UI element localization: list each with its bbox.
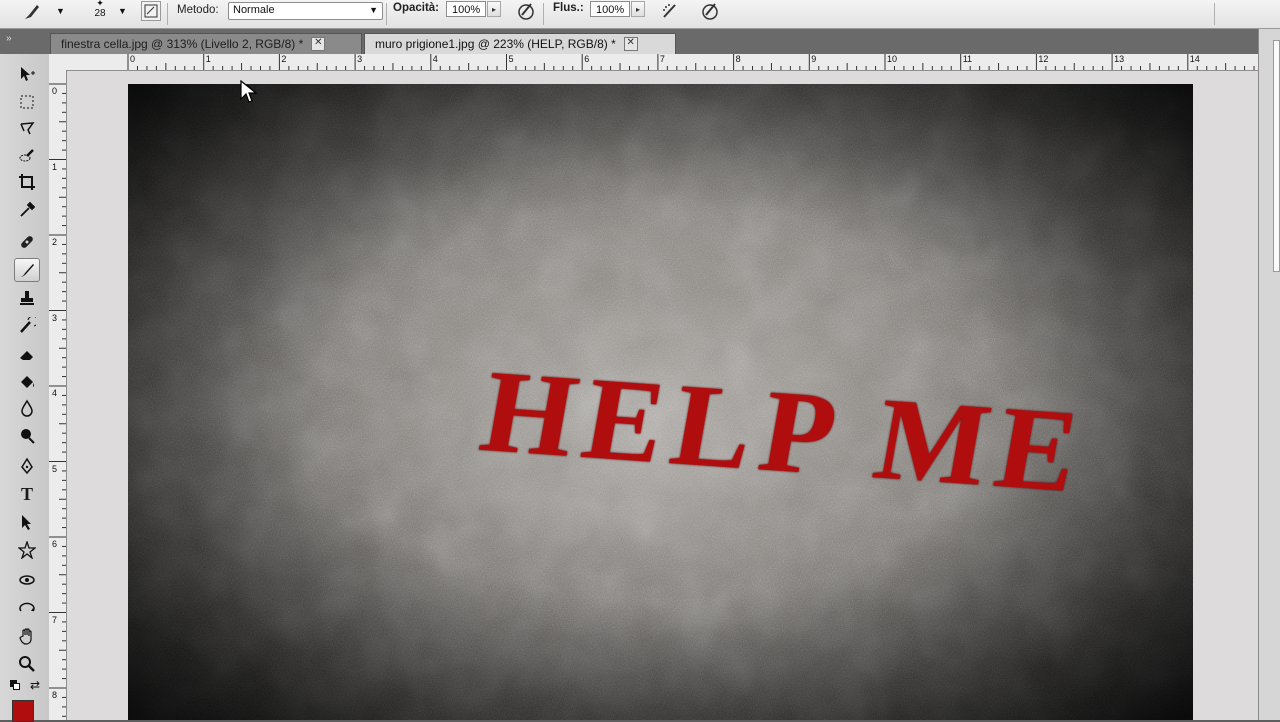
opacity-slider-icon[interactable]: ▸ — [487, 1, 501, 17]
pen-icon[interactable] — [14, 454, 40, 478]
ruler-number: 1 — [52, 161, 58, 172]
history-brush-icon[interactable] — [14, 314, 40, 338]
eraser-icon[interactable] — [14, 342, 40, 366]
document-canvas[interactable]: HELP ME — [128, 84, 1193, 720]
tab-muro-prigione[interactable]: muro prigione1.jpg @ 223% (HELP, RGB/8) … — [364, 33, 676, 54]
vertical-scrollbar[interactable] — [1273, 40, 1280, 272]
3d-orbit-icon[interactable] — [14, 596, 40, 620]
brush-icon[interactable] — [14, 258, 40, 282]
flow-label: Flus.: — [553, 2, 584, 14]
ruler-origin[interactable] — [49, 54, 67, 71]
vertical-ruler[interactable]: 0 1 2 3 4 5 6 7 8 — [49, 70, 67, 720]
type-icon[interactable]: T — [14, 482, 40, 506]
mouse-pointer-icon — [240, 79, 258, 107]
ruler-number: 7 — [52, 614, 58, 625]
ruler-number: 7 — [659, 54, 665, 64]
brush-size-value: 28 — [94, 8, 106, 19]
ruler-number: 0 — [52, 86, 58, 96]
opacity-label: Opacità: — [393, 2, 440, 14]
swap-colors-icon[interactable]: ⇄ — [30, 678, 40, 692]
mode-select-chevron-icon: ▼ — [369, 5, 378, 15]
stamp-icon[interactable] — [14, 286, 40, 310]
ruler-number: 1 — [205, 54, 211, 64]
brush-size-dropdown-icon[interactable]: ▼ — [118, 6, 127, 16]
mode-select[interactable]: Normale ▼ — [228, 2, 383, 20]
ruler-number: 4 — [432, 54, 438, 64]
ruler-number: 3 — [357, 54, 363, 64]
3d-rotate-icon[interactable] — [14, 568, 40, 592]
brush-preset-dropdown-icon[interactable]: ▼ — [56, 6, 65, 16]
healing-icon[interactable] — [14, 230, 40, 254]
pressure-opacity-icon[interactable] — [514, 0, 538, 22]
ruler-number: 5 — [508, 54, 514, 64]
opacity-field[interactable]: 100% — [446, 1, 486, 17]
shape-icon[interactable] — [14, 538, 40, 562]
ruler-number: 0 — [130, 54, 136, 64]
close-icon[interactable]: ✕ — [623, 37, 638, 51]
brush-preset-icon[interactable] — [22, 2, 42, 22]
ruler-number: 3 — [52, 312, 58, 323]
ruler-number: 12 — [1038, 54, 1049, 64]
close-icon[interactable]: ✕ — [311, 37, 326, 51]
marquee-icon[interactable] — [14, 90, 40, 114]
document-tab-bar: » finestra cella.jpg @ 313% (Livello 2, … — [0, 29, 1280, 54]
ruler-number: 11 — [962, 54, 973, 64]
eyedropper-icon[interactable] — [14, 198, 40, 222]
flow-field[interactable]: 100% — [590, 1, 630, 17]
horizontal-ruler[interactable]: 0 1 2 3 4 5 6 7 8 9 10 11 12 13 14 — [66, 54, 1258, 71]
default-colors-icon[interactable] — [10, 680, 20, 690]
tab-label: muro prigione1.jpg @ 223% (HELP, RGB/8) … — [375, 37, 616, 51]
hand-icon[interactable] — [14, 624, 40, 648]
ruler-number: 13 — [1114, 54, 1125, 64]
ruler-number: 8 — [52, 690, 58, 700]
flow-slider-icon[interactable]: ▸ — [631, 1, 645, 17]
ruler-number: 5 — [52, 463, 58, 474]
pressure-size-icon[interactable] — [698, 0, 722, 22]
foreground-color-swatch[interactable] — [12, 700, 34, 722]
ruler-number: 6 — [52, 539, 58, 549]
airbrush-icon[interactable] — [658, 0, 682, 22]
tab-finestra-cella[interactable]: finestra cella.jpg @ 313% (Livello 2, RG… — [50, 33, 362, 54]
ruler-number: 8 — [735, 54, 741, 64]
path-select-icon[interactable] — [14, 510, 40, 534]
ruler-number: 6 — [584, 54, 590, 64]
lasso-icon[interactable] — [14, 116, 40, 140]
crop-icon[interactable] — [14, 170, 40, 194]
ruler-number: 9 — [811, 54, 817, 64]
ruler-number: 2 — [52, 237, 58, 247]
blur-icon[interactable] — [14, 396, 40, 420]
options-bar: ▼ ✦ 28 ▼ Metodo: Normale ▼ Opacità: 100%… — [0, 0, 1280, 29]
paint-bucket-icon[interactable] — [14, 370, 40, 394]
ruler-number: 10 — [887, 54, 898, 64]
ruler-number: 4 — [52, 388, 58, 398]
quick-select-icon[interactable] — [14, 144, 40, 168]
mode-select-value: Normale — [233, 4, 275, 16]
mode-label: Metodo: — [177, 4, 219, 16]
ruler-number: 14 — [1189, 54, 1200, 64]
move-icon[interactable] — [14, 62, 40, 86]
toolbox-collapse-icon[interactable]: » — [6, 33, 12, 44]
ruler-number: 2 — [281, 54, 287, 64]
brush-size-indicator[interactable]: ✦ 28 — [92, 0, 108, 20]
zoom-icon[interactable] — [14, 652, 40, 676]
dodge-icon[interactable] — [14, 424, 40, 448]
tab-label: finestra cella.jpg @ 313% (Livello 2, RG… — [61, 37, 304, 51]
brush-panel-toggle-icon[interactable] — [141, 1, 161, 21]
toolbox: T ⇄ — [0, 54, 50, 722]
